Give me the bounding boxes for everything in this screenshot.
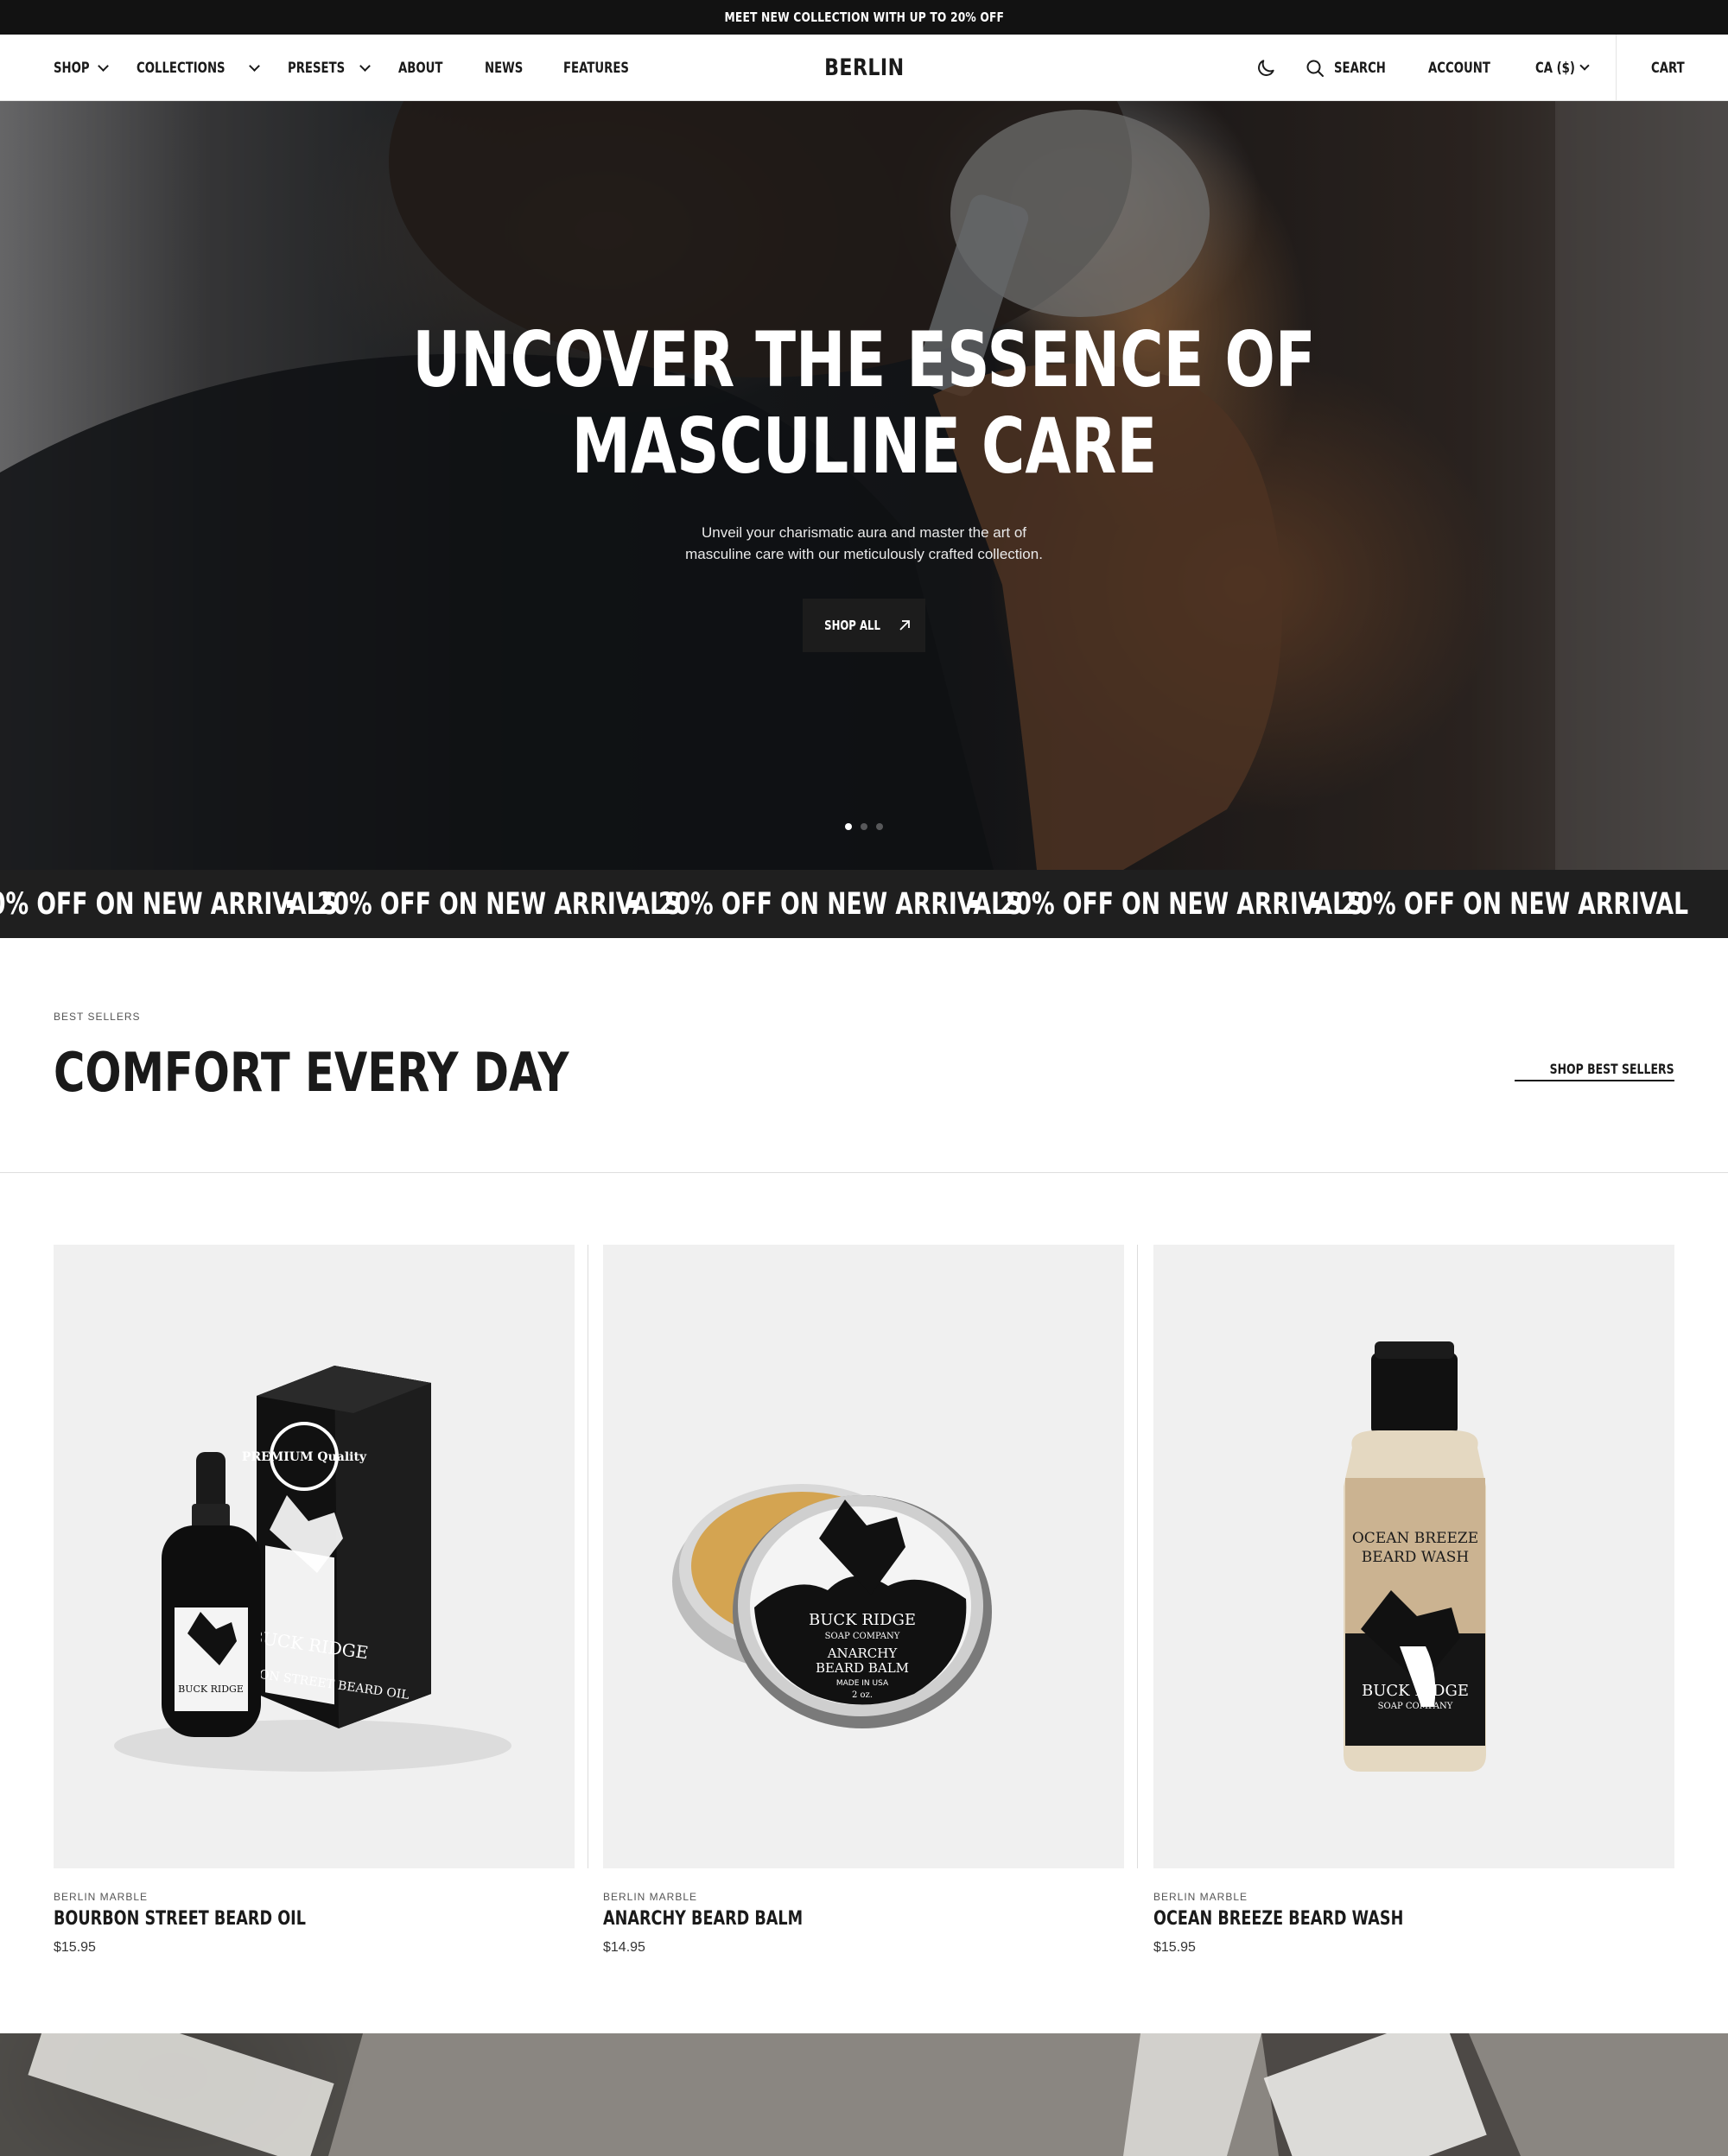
section-divider [0,1172,1728,1173]
balm-brand-text: BUCK RIDGE [809,1611,916,1629]
nav-features[interactable]: FEATURES [563,60,647,77]
cart-label: CART [1650,59,1685,77]
search-icon [1306,60,1325,77]
hero-subtitle-line1: Unveil your charismatic aura and master … [701,524,1027,541]
wash-name-line2: BEARD WASH [1362,1549,1469,1566]
nav-shop-label: SHOP [54,59,90,77]
product-vendor: BERLIN MARBLE [603,1891,698,1903]
product-image[interactable]: OCEAN BREEZE BEARD WASH BUCK RIDGE SOAP … [1153,1245,1674,1868]
section-title-text: COMFORT EVERY DAY [54,1041,569,1104]
product-name[interactable]: BOURBON STREET BEARD OIL [54,1908,369,1930]
nav-shop[interactable]: SHOP [54,59,110,77]
shop-all-button[interactable]: SHOP ALL [803,599,925,652]
product-name-text: BOURBON STREET BEARD OIL [54,1908,306,1930]
shop-all-label: SHOP ALL [824,618,881,633]
search-button[interactable]: SEARCH [1305,58,1401,79]
moon-icon [1258,59,1274,76]
product-name[interactable]: OCEAN BREEZE BEARD WASH [1153,1908,1466,1930]
marquee-item: 20% OFF ON NEW ARRIVALS [658,886,1023,922]
lifestyle-banner [0,2033,1728,2156]
hero-title-line2: MASCULINE CARE [571,402,1157,491]
shop-best-sellers-label: SHOP BEST SELLERS [1550,1061,1674,1077]
product-price: $15.95 [54,1940,96,1955]
product-vendor: BERLIN MARBLE [1153,1891,1248,1903]
site-header: SHOP COLLECTIONS PRESETS ABOUT NEWS FEAT… [0,35,1728,101]
section-eyebrow: BEST SELLERS [54,1011,141,1023]
product-vendor: BERLIN MARBLE [54,1891,149,1903]
marquee-track: 0% OFF ON NEW ARRIVALS 20% OFF ON NEW AR… [0,870,1689,938]
hero-subtitle: Unveil your charismatic aura and master … [0,522,1728,565]
lifestyle-image [0,2033,1521,2156]
nav-features-label: FEATURES [562,59,629,77]
search-label: SEARCH [1334,59,1386,77]
hero-title-line1: UNCOVER THE ESSENCE OF [412,315,1316,404]
nav-about-label: ABOUT [397,59,443,77]
hero-title: UNCOVER THE ESSENCE OF MASCULINE CARE [0,317,1728,490]
nav-collections-label: COLLECTIONS [137,59,226,77]
main-nav: SHOP COLLECTIONS PRESETS ABOUT NEWS FEAT… [54,35,647,101]
hero-content: UNCOVER THE ESSENCE OF MASCULINE CARE Un… [0,101,1728,870]
nav-news[interactable]: NEWS [485,60,534,77]
product-grid: PREMIUM Quality BUCK RIDGE BOURBON STREE… [54,1245,1674,1962]
nav-news-label: NEWS [484,59,524,77]
oil-box-badge: PREMIUM Quality [242,1450,367,1464]
balm-name-line1: ANARCHY [827,1646,899,1661]
brand-logo[interactable]: BERLIN [824,54,904,81]
product-name-text: OCEAN BREEZE BEARD WASH [1153,1908,1404,1930]
product-price: $14.95 [603,1940,645,1955]
section-title: COMFORT EVERY DAY [54,1041,698,1104]
beard-wash-image: OCEAN BREEZE BEARD WASH BUCK RIDGE SOAP … [1344,1341,1486,1772]
account-link[interactable]: ACCOUNT [1428,60,1508,77]
chevron-down-icon [359,60,371,72]
arrow-up-right-icon [899,620,910,631]
grid-divider [1137,1245,1138,1868]
balm-made-text: MADE IN USA [836,1679,889,1688]
announcement-bar: MEET NEW COLLECTION WITH UP TO 20% OFF [0,0,1728,35]
account-label: ACCOUNT [1427,59,1490,77]
shop-best-sellers-link[interactable]: SHOP BEST SELLERS [1515,1061,1674,1081]
beard-oil-image: PREMIUM Quality BUCK RIDGE BOURBON STREE… [114,1366,511,1772]
product-image[interactable]: BUCK RIDGE SOAP COMPANY ANARCHY BEARD BA… [603,1245,1124,1868]
currency-label: CA ($) [1535,59,1576,77]
cart-button[interactable]: CART [1616,35,1728,101]
wash-name-line1: OCEAN BREEZE [1352,1530,1478,1547]
marquee-item: 20% OFF ON NEW ARRIVALS [1000,886,1364,922]
marquee-item: 20% OFF ON NEW ARRIVALS [317,886,682,922]
wash-brand-text: BUCK RIDGE [1362,1682,1469,1700]
product-card[interactable]: PREMIUM Quality BUCK RIDGE BOURBON STREE… [54,1245,575,1962]
slider-dot-1[interactable] [845,823,852,830]
balm-size-text: 2 oz. [852,1690,873,1700]
header-actions: SEARCH ACCOUNT CA ($) CART [1255,35,1728,101]
chevron-down-icon [249,60,260,72]
product-name[interactable]: ANARCHY BEARD BALM [603,1908,853,1930]
nav-collections[interactable]: COLLECTIONS [137,59,260,77]
slider-dot-2[interactable] [861,823,867,830]
currency-selector[interactable]: CA ($) [1535,59,1590,77]
balm-company-text: SOAP COMPANY [825,1632,900,1641]
hero-subtitle-line2: masculine care with our meticulously cra… [685,546,1043,562]
promo-marquee: 0% OFF ON NEW ARRIVALS 20% OFF ON NEW AR… [0,870,1728,938]
slider-dots [845,823,883,830]
balm-name-line2: BEARD BALM [816,1660,909,1676]
marquee-item: 20% OFF ON NEW ARRIVAL [1341,886,1689,922]
product-image[interactable]: PREMIUM Quality BUCK RIDGE BOURBON STREE… [54,1245,575,1868]
product-price: $15.95 [1153,1940,1196,1955]
chevron-down-icon [98,60,110,72]
product-name-text: ANARCHY BEARD BALM [603,1908,804,1930]
oil-bottle-brand-text: BUCK RIDGE [178,1684,244,1695]
theme-toggle-button[interactable] [1255,57,1277,79]
product-card[interactable]: OCEAN BREEZE BEARD WASH BUCK RIDGE SOAP … [1153,1245,1674,1962]
product-card[interactable]: BUCK RIDGE SOAP COMPANY ANARCHY BEARD BA… [603,1245,1124,1962]
nav-presets-label: PRESETS [287,59,346,77]
marquee-item: 0% OFF ON NEW ARRIVALS [0,886,338,922]
slider-dot-3[interactable] [876,823,883,830]
wash-company-text: SOAP COMPANY [1378,1702,1453,1711]
chevron-down-icon [1579,60,1590,71]
nav-about[interactable]: ABOUT [398,60,455,77]
announcement-text: MEET NEW COLLECTION WITH UP TO 20% OFF [724,10,1004,25]
beard-balm-image: BUCK RIDGE SOAP COMPANY ANARCHY BEARD BA… [672,1484,992,1728]
hero-banner: UNCOVER THE ESSENCE OF MASCULINE CARE Un… [0,101,1728,870]
nav-presets[interactable]: PRESETS [287,59,371,77]
